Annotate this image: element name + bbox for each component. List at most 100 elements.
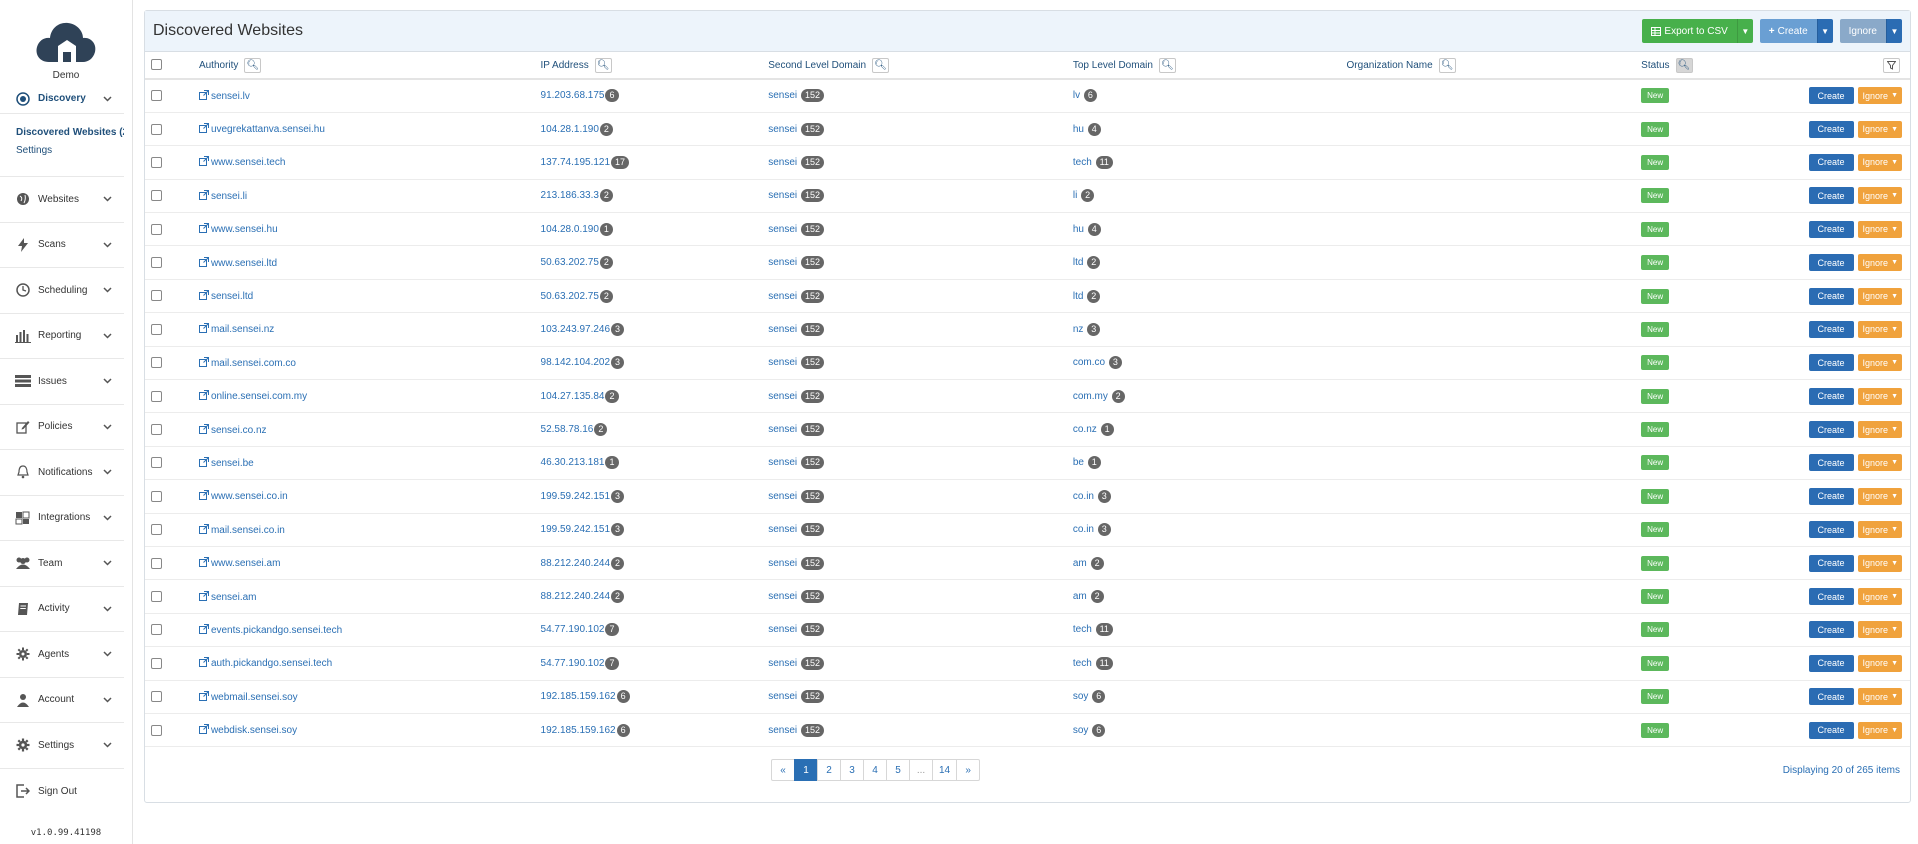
sld-link[interactable]: sensei: [768, 691, 797, 702]
row-checkbox[interactable]: [151, 691, 162, 703]
row-ignore-button[interactable]: Ignore ▼: [1857, 220, 1902, 238]
row-create-button[interactable]: Create: [1808, 721, 1854, 739]
row-checkbox[interactable]: [151, 657, 162, 669]
row-ignore-button[interactable]: Ignore ▼: [1857, 721, 1902, 739]
sld-link[interactable]: sensei: [768, 357, 797, 368]
row-create-button[interactable]: Create: [1808, 588, 1854, 606]
sld-link[interactable]: sensei: [768, 624, 797, 635]
sld-link[interactable]: sensei: [768, 725, 797, 736]
pagination-page[interactable]: 14: [932, 759, 958, 782]
row-create-button[interactable]: Create: [1808, 187, 1854, 205]
row-create-button[interactable]: Create: [1808, 220, 1854, 238]
authority-link[interactable]: online.sensei.com.my: [211, 391, 307, 402]
row-checkbox[interactable]: [151, 724, 162, 736]
external-link-icon[interactable]: [198, 657, 211, 669]
sidebar-item-integrations[interactable]: Integrations: [0, 496, 124, 541]
external-link-icon[interactable]: [198, 523, 211, 536]
external-link-icon[interactable]: [198, 690, 211, 703]
row-checkbox[interactable]: [151, 624, 162, 636]
row-checkbox[interactable]: [151, 156, 162, 168]
authority-link[interactable]: auth.pickandgo.sensei.tech: [211, 658, 332, 669]
row-checkbox[interactable]: [151, 190, 162, 202]
tld-link[interactable]: co.in: [1073, 491, 1094, 502]
ip-link[interactable]: 192.185.159.162: [541, 725, 616, 736]
authority-link[interactable]: www.sensei.ltd: [211, 258, 277, 269]
sidebar-item-activity[interactable]: Activity: [0, 587, 124, 632]
sld-link[interactable]: sensei: [768, 658, 797, 669]
row-ignore-button[interactable]: Ignore ▼: [1857, 554, 1902, 572]
sidebar-item-scans[interactable]: Scans: [0, 223, 124, 268]
tld-link[interactable]: tech: [1073, 658, 1092, 669]
row-ignore-button[interactable]: Ignore ▼: [1857, 521, 1902, 539]
sidebar-item-issues[interactable]: Issues: [0, 359, 124, 405]
ip-link[interactable]: 104.27.135.84: [541, 391, 605, 402]
sidebar-item-discovery[interactable]: Discovery: [0, 84, 124, 114]
sld-link[interactable]: sensei: [768, 157, 797, 168]
pagination-next[interactable]: »: [956, 759, 981, 782]
row-checkbox[interactable]: [151, 390, 162, 402]
sld-link[interactable]: sensei: [768, 257, 797, 268]
tld-link[interactable]: tech: [1073, 157, 1092, 168]
sidebar-item-settings[interactable]: Settings: [0, 723, 124, 769]
sidebar-item-policies[interactable]: Policies: [0, 405, 124, 450]
authority-link[interactable]: sensei.co.nz: [211, 425, 267, 436]
row-checkbox[interactable]: [151, 424, 162, 436]
external-link-icon[interactable]: [198, 89, 211, 102]
authority-link[interactable]: sensei.ltd: [211, 291, 253, 302]
ip-link[interactable]: 104.28.0.190: [541, 224, 599, 235]
sidebar-item-websites[interactable]: Websites: [0, 177, 124, 223]
sidebar-item-notifications[interactable]: Notifications: [0, 450, 124, 496]
sld-link[interactable]: sensei: [768, 491, 797, 502]
row-create-button[interactable]: Create: [1808, 621, 1854, 639]
ip-link[interactable]: 91.203.68.175: [541, 90, 605, 101]
external-link-icon[interactable]: [198, 390, 211, 402]
subnav-discovery-settings[interactable]: Settings: [16, 142, 124, 160]
table-row[interactable]: www.sensei.am 88.212.240.244 2 sensei 152 am…: [145, 546, 1910, 580]
table-row[interactable]: webdisk.sensei.soy 192.185.159.162 6 sensei…: [145, 713, 1910, 747]
tld-link[interactable]: ltd: [1073, 291, 1084, 302]
sign-out-button[interactable]: Sign Out: [0, 769, 124, 815]
row-ignore-button[interactable]: Ignore ▼: [1857, 87, 1902, 105]
authority-link[interactable]: mail.sensei.co.in: [211, 525, 285, 536]
tld-link[interactable]: li: [1073, 190, 1077, 201]
external-link-icon[interactable]: [198, 156, 211, 168]
tld-link[interactable]: co.in: [1073, 524, 1094, 535]
table-row[interactable]: www.sensei.co.in 199.59.242.151 3 sensei 15…: [145, 480, 1910, 514]
export-dropdown-caret[interactable]: ▼: [1736, 19, 1753, 43]
authority-link[interactable]: uvegrekattanva.sensei.hu: [211, 124, 325, 135]
tld-link[interactable]: ltd: [1073, 257, 1084, 268]
external-link-icon[interactable]: [198, 223, 211, 235]
sld-link[interactable]: sensei: [768, 190, 797, 201]
ip-link[interactable]: 103.243.97.246: [541, 324, 611, 335]
authority-link[interactable]: www.sensei.co.in: [211, 491, 288, 502]
table-row[interactable]: sensei.lv 91.203.68.175 6 sensei 152 lv 6 New…: [145, 79, 1910, 113]
row-checkbox[interactable]: [151, 90, 162, 102]
table-row[interactable]: mail.sensei.nz 103.243.97.246 3 sensei 152 n…: [145, 313, 1910, 347]
row-create-button[interactable]: Create: [1808, 287, 1854, 305]
external-link-icon[interactable]: [198, 256, 211, 269]
tld-link[interactable]: hu: [1073, 124, 1084, 135]
sidebar-item-agents[interactable]: Agents: [0, 632, 124, 678]
tld-link[interactable]: com.co: [1073, 357, 1105, 368]
external-link-icon[interactable]: [198, 590, 211, 603]
row-checkbox[interactable]: [151, 557, 162, 569]
tld-link[interactable]: am: [1073, 591, 1087, 602]
row-ignore-button[interactable]: Ignore ▼: [1857, 654, 1902, 672]
row-ignore-button[interactable]: Ignore ▼: [1857, 120, 1902, 138]
tld-link[interactable]: soy: [1073, 725, 1089, 736]
column-header-status[interactable]: Status: [1641, 60, 1669, 71]
ignore-dropdown-caret[interactable]: ▼: [1886, 19, 1902, 43]
tld-link[interactable]: lv: [1073, 90, 1080, 101]
sld-link[interactable]: sensei: [768, 90, 797, 101]
ip-link[interactable]: 137.74.195.121: [541, 157, 611, 168]
row-ignore-button[interactable]: Ignore ▼: [1857, 187, 1902, 205]
tld-link[interactable]: co.nz: [1073, 424, 1097, 435]
tld-link[interactable]: soy: [1073, 691, 1089, 702]
table-row[interactable]: sensei.be 46.30.213.181 1 sensei 152 be 1 New…: [145, 446, 1910, 480]
tld-link[interactable]: com.my: [1073, 391, 1108, 402]
table-row[interactable]: events.pickandgo.sensei.tech 54.77.190.10…: [145, 613, 1910, 647]
row-create-button[interactable]: Create: [1808, 554, 1854, 572]
ip-link[interactable]: 199.59.242.151: [541, 491, 611, 502]
pagination-page[interactable]: 2: [817, 759, 841, 782]
authority-link[interactable]: webdisk.sensei.soy: [211, 725, 297, 736]
